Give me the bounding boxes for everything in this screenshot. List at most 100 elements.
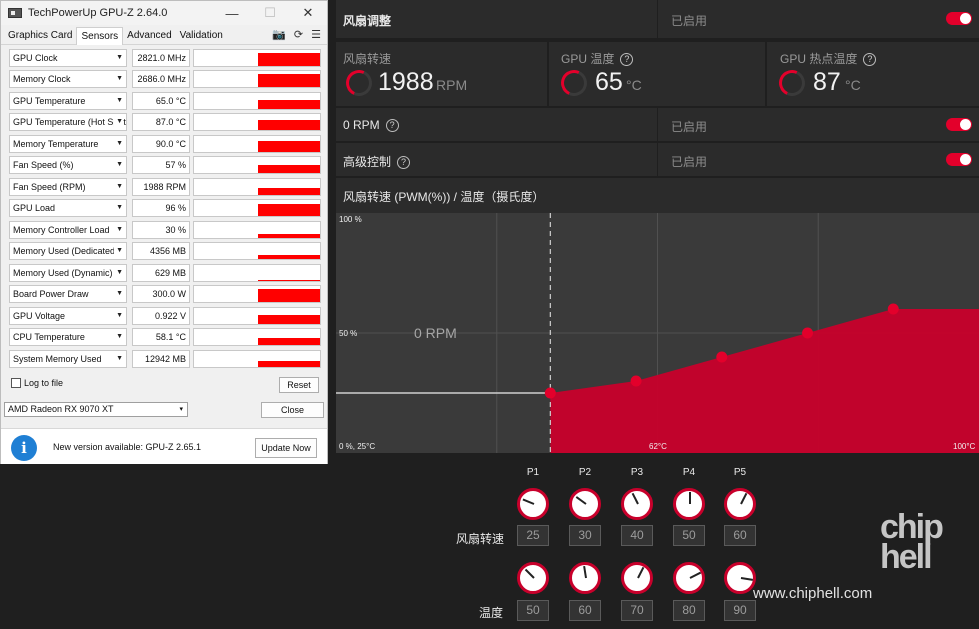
sensor-name-text: GPU Temperature (Hot Spot) (13, 117, 127, 128)
camera-icon[interactable]: 📷 (272, 28, 286, 41)
sensor-name[interactable]: System Memory Used ▼ (9, 349, 127, 368)
chevron-down-icon[interactable]: ▼ (114, 329, 123, 346)
sensor-name[interactable]: CPU Temperature ▼ (9, 328, 127, 347)
fan-knob[interactable] (724, 488, 756, 520)
temp-knob[interactable] (673, 562, 705, 594)
chevron-down-icon[interactable]: ▼ (114, 350, 123, 367)
fan-value-box[interactable]: 60 (724, 525, 756, 546)
temp-knob[interactable] (724, 562, 756, 594)
advanced-control-toggle[interactable] (946, 153, 972, 166)
sensor-graph (193, 220, 321, 239)
hotspot-value: 87 (813, 68, 841, 96)
sensor-name[interactable]: GPU Clock ▼ (9, 48, 127, 67)
temp-value-box[interactable]: 90 (724, 600, 756, 621)
temp-value-box[interactable]: 70 (621, 600, 653, 621)
chevron-down-icon[interactable]: ▼ (114, 71, 123, 88)
gpu-select[interactable]: AMD Radeon RX 9070 XT ▾ (4, 402, 188, 417)
point-label: P3 (630, 467, 644, 478)
knob-needle (631, 492, 639, 505)
chevron-down-icon[interactable]: ▼ (114, 114, 123, 131)
fan-tuning-toggle[interactable] (946, 12, 972, 25)
sensor-name[interactable]: GPU Voltage ▼ (9, 306, 127, 325)
temp-knob[interactable] (621, 562, 653, 594)
close-icon[interactable]: ✕ (289, 5, 327, 21)
menu-icon[interactable]: ☰ (311, 28, 321, 41)
fan-speed-unit: RPM (436, 77, 468, 93)
fan-value-box[interactable]: 50 (673, 525, 705, 546)
chevron-down-icon[interactable]: ▼ (114, 307, 123, 324)
log-to-file-checkbox[interactable] (11, 378, 21, 388)
chevron-down-icon[interactable]: ▼ (114, 264, 123, 281)
chevron-down-icon[interactable]: ▼ (114, 157, 123, 174)
sensor-graph-fill (258, 255, 320, 260)
help-icon[interactable]: ? (397, 156, 411, 170)
tab-advanced[interactable]: Advanced (123, 27, 175, 44)
zero-rpm-region-label: 0 RPM (414, 325, 457, 341)
chevron-down-icon[interactable]: ▼ (114, 286, 123, 303)
refresh-icon[interactable]: ⟳ (294, 28, 303, 41)
y-mid-label: 50 % (339, 329, 358, 338)
log-to-file[interactable]: Log to file (11, 378, 63, 388)
sensor-graph-fill (258, 187, 320, 195)
tab-graphics-card[interactable]: Graphics Card (4, 27, 76, 44)
temp-value-box[interactable]: 50 (517, 600, 549, 621)
maximize-icon[interactable]: ☐ (251, 5, 289, 21)
sensor-value: 87.0 °C (132, 113, 190, 132)
tab-validation[interactable]: Validation (176, 27, 227, 44)
fan-knob[interactable] (621, 488, 653, 520)
curve-point[interactable] (802, 327, 814, 339)
tab-sensors[interactable]: Sensors (76, 27, 124, 45)
fan-tuning-label: 风扇调整 (343, 14, 392, 28)
help-icon[interactable]: ? (620, 53, 634, 67)
chevron-down-icon[interactable]: ▼ (114, 92, 123, 109)
curve-point[interactable] (544, 387, 556, 399)
fan-curve-chart[interactable]: 100 % 50 % 0 %, 25°C 62°C 100°C 0 RPM (336, 213, 979, 453)
sensor-graph (193, 349, 321, 368)
sensor-graph-fill (258, 52, 320, 66)
sensor-name[interactable]: GPU Load ▼ (9, 199, 127, 218)
sensor-name[interactable]: Memory Used (Dedicated) ▼ (9, 242, 127, 261)
gpuz-titlebar: TechPowerUp GPU-Z 2.64.0 — ☐ ✕ (1, 1, 327, 25)
reset-button[interactable]: Reset (279, 377, 319, 393)
close-button[interactable]: Close (261, 402, 324, 418)
fan-value-box[interactable]: 30 (569, 525, 601, 546)
curve-point[interactable] (716, 351, 728, 363)
sensor-row: Board Power Draw ▼ 300.0 W (1, 284, 327, 306)
chevron-down-icon[interactable]: ▼ (114, 200, 123, 217)
curve-point[interactable] (887, 303, 899, 315)
temp-value-box[interactable]: 80 (673, 600, 705, 621)
fan-value-box[interactable]: 25 (517, 525, 549, 546)
sensor-name[interactable]: Fan Speed (RPM) ▼ (9, 177, 127, 196)
fan-knob[interactable] (673, 488, 705, 520)
sensor-name[interactable]: Fan Speed (%) ▼ (9, 156, 127, 175)
curve-point[interactable] (630, 375, 642, 387)
sensor-name[interactable]: GPU Temperature (Hot Spot) ▼ (9, 113, 127, 132)
chevron-down-icon[interactable]: ▼ (114, 135, 123, 152)
temp-gauge-icon (557, 66, 591, 100)
zero-rpm-toggle[interactable] (946, 118, 972, 131)
chevron-down-icon[interactable]: ▼ (114, 178, 123, 195)
fan-value-box[interactable]: 40 (621, 525, 653, 546)
sensor-name[interactable]: Board Power Draw ▼ (9, 285, 127, 304)
sensor-name[interactable]: GPU Temperature ▼ (9, 91, 127, 110)
temp-value-box[interactable]: 60 (569, 600, 601, 621)
minimize-icon[interactable]: — (213, 6, 251, 21)
temp-knob[interactable] (569, 562, 601, 594)
chevron-down-icon[interactable]: ▼ (114, 49, 123, 66)
update-now-button[interactable]: Update Now (255, 438, 317, 458)
fan-knob[interactable] (569, 488, 601, 520)
chevron-down-icon[interactable]: ▼ (114, 221, 123, 238)
temp-knob[interactable] (517, 562, 549, 594)
sensor-name[interactable]: Memory Temperature ▼ (9, 134, 127, 153)
sensor-name[interactable]: Memory Used (Dynamic) ▼ (9, 263, 127, 282)
sensor-graph (193, 177, 321, 196)
help-icon[interactable]: ? (385, 119, 399, 133)
sensor-name[interactable]: Memory Clock ▼ (9, 70, 127, 89)
sensor-row: Memory Clock ▼ 2686.0 MHz (1, 69, 327, 91)
help-icon[interactable]: ? (863, 53, 877, 67)
sensor-value: 30 % (132, 220, 190, 239)
x-mid-label: 62°C (649, 442, 667, 451)
fan-knob[interactable] (517, 488, 549, 520)
chevron-down-icon[interactable]: ▼ (114, 243, 123, 260)
sensor-name[interactable]: Memory Controller Load ▼ (9, 220, 127, 239)
